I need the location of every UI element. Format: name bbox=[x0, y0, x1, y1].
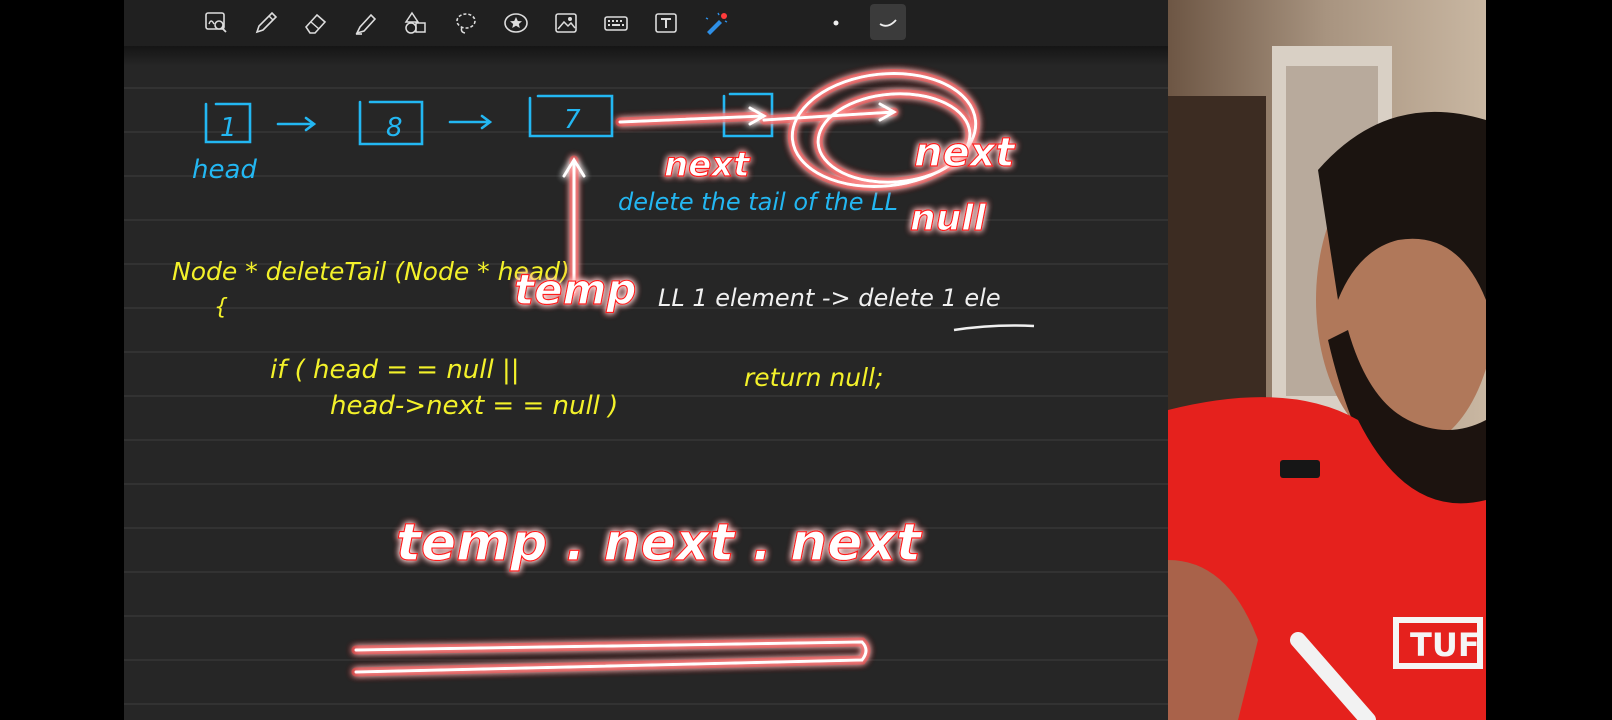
function-signature: Node * deleteTail (Node * head) bbox=[172, 257, 570, 286]
if-condition-line-1: if ( head = = null || bbox=[270, 355, 520, 385]
null-label: null bbox=[910, 198, 987, 239]
note-canvas[interactable]: 1 8 7 head delete the tail of the LL Nod… bbox=[124, 0, 1168, 720]
next-label-1: next bbox=[664, 145, 751, 185]
node-value-3: 7 bbox=[564, 105, 581, 135]
temp-next-next-expression: temp . next . next bbox=[396, 513, 923, 573]
webcam-video: TUF bbox=[1168, 0, 1486, 720]
head-label: head bbox=[192, 155, 257, 185]
open-brace: { bbox=[214, 295, 228, 320]
temp-label: temp bbox=[514, 265, 636, 314]
svg-text:TUF: TUF bbox=[1410, 626, 1480, 664]
ink-layer: 1 8 7 head delete the tail of the LL Nod… bbox=[172, 68, 1035, 677]
node-value-2: 8 bbox=[386, 113, 403, 143]
node-value-1: 1 bbox=[220, 113, 237, 143]
next-label-2: next bbox=[914, 130, 1016, 176]
single-element-note: LL 1 element -> delete 1 ele bbox=[658, 284, 1001, 312]
return-statement: return null; bbox=[744, 363, 883, 392]
app-window: 1 8 7 head delete the tail of the LL Nod… bbox=[0, 0, 1612, 720]
if-condition-line-2: head->next = = null ) bbox=[330, 391, 618, 421]
lapel-microphone bbox=[1280, 460, 1320, 478]
underline-stroke bbox=[953, 324, 1035, 332]
delete-tail-note: delete the tail of the LL bbox=[618, 188, 898, 216]
presenter-video-frame: TUF bbox=[1168, 0, 1486, 720]
